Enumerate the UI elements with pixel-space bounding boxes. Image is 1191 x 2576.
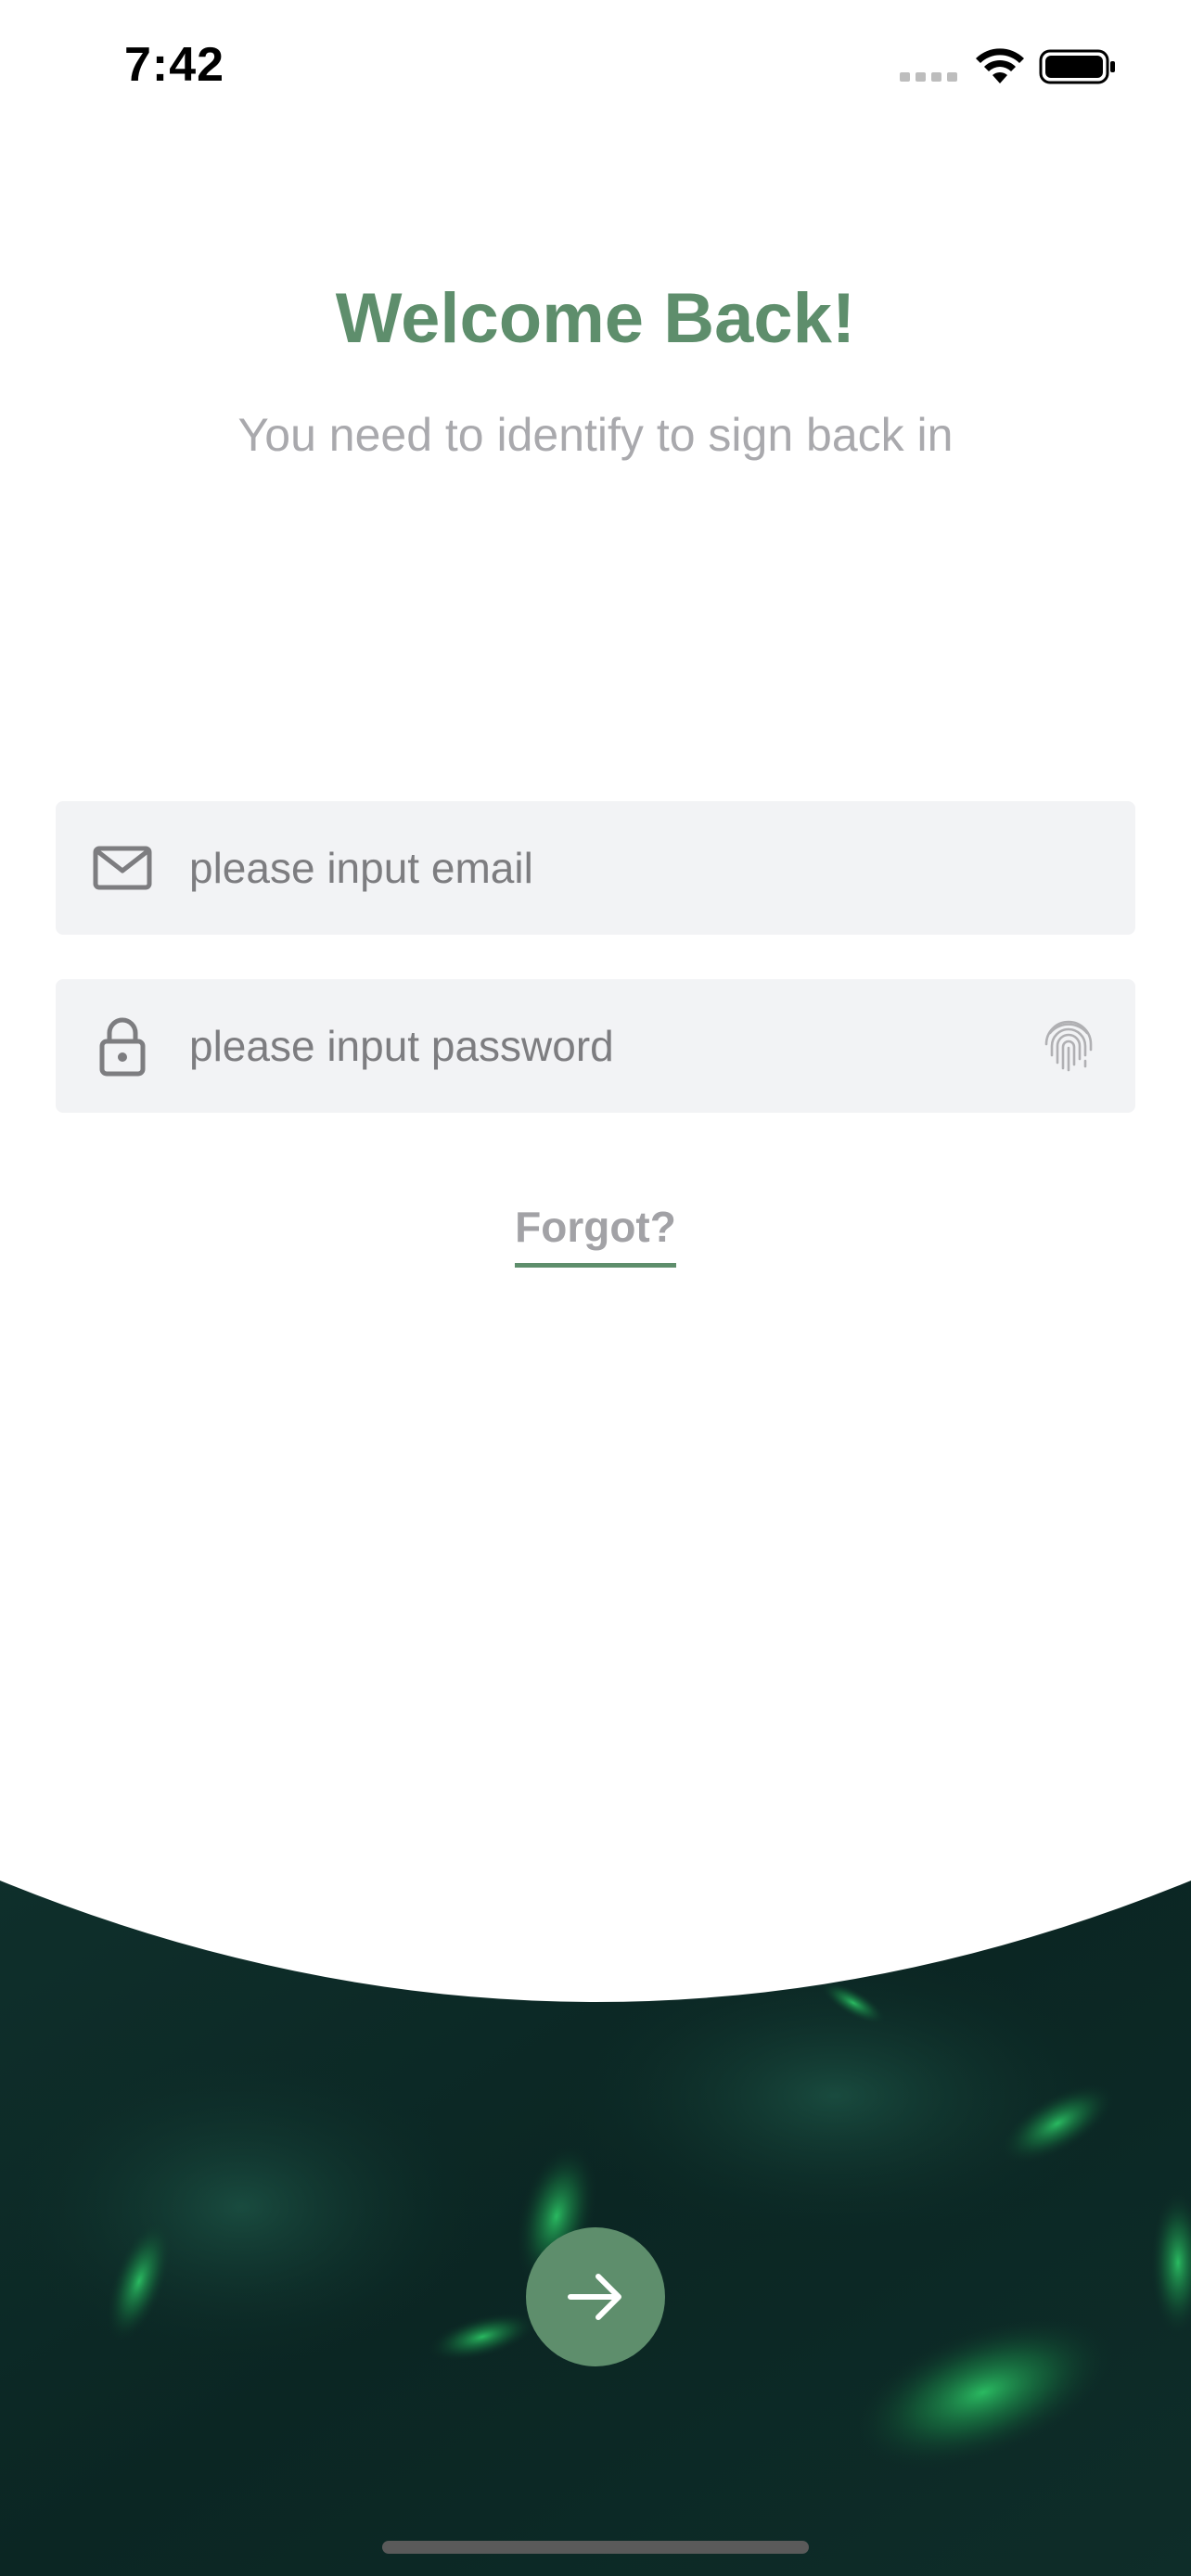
battery-icon — [1039, 49, 1115, 84]
lock-icon — [99, 1017, 146, 1077]
email-field[interactable] — [56, 801, 1135, 935]
cellular-signal-icon — [900, 72, 957, 82]
home-indicator[interactable] — [382, 2541, 809, 2554]
bottom-background-image — [0, 1817, 1191, 2576]
page-subtitle: You need to identify to sign back in — [237, 409, 954, 461]
status-time: 7:42 — [124, 38, 225, 92]
page-title: Welcome Back! — [335, 279, 856, 358]
arrow-right-icon — [568, 2274, 621, 2320]
submit-button[interactable] — [526, 2227, 665, 2366]
mail-icon — [93, 846, 152, 890]
login-screen: 7:42 Welcome Back! You need to identify … — [0, 0, 1191, 2576]
forgot-container: Forgot? — [0, 1202, 1191, 1268]
email-input[interactable] — [189, 801, 1024, 935]
fingerprint-icon[interactable] — [1039, 1016, 1098, 1076]
wifi-icon — [976, 48, 1024, 83]
status-bar: 7:42 — [0, 0, 1191, 139]
forgot-password-link[interactable]: Forgot? — [515, 1202, 676, 1268]
password-field[interactable] — [56, 979, 1135, 1113]
password-input[interactable] — [189, 979, 1024, 1113]
